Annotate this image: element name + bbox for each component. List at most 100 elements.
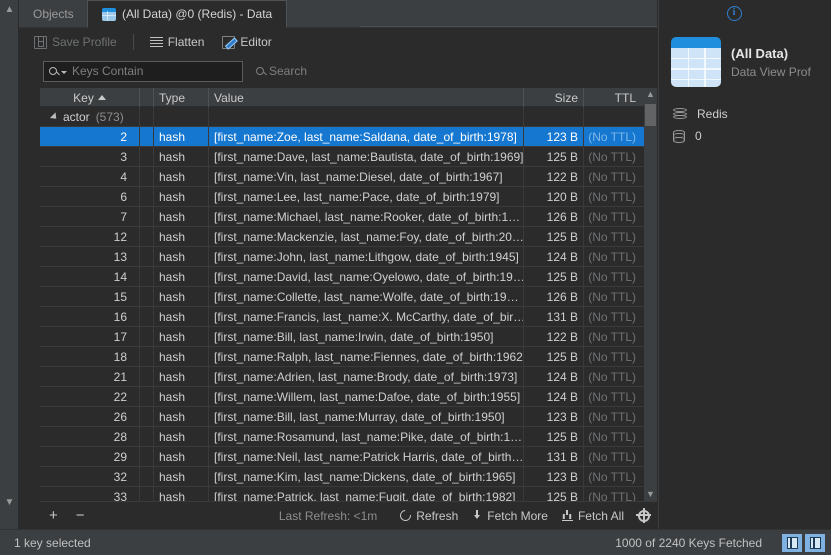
cell-ttl: (No TTL) [588, 489, 636, 502]
table-row[interactable]: 13 hash [first_name:John, last_name:Lithgo… [40, 247, 657, 267]
table-row[interactable]: 15 hash [first_name:Collette, last_name:Wo… [40, 287, 657, 307]
cell-ttl: (No TTL) [588, 269, 636, 284]
cell-value: [first_name:Kim, last_name:Dickens, date… [209, 467, 524, 486]
column-header-value[interactable]: Value [209, 88, 524, 107]
tab-objects[interactable]: Objects [19, 0, 88, 28]
cell-spacer [140, 167, 154, 186]
table-row[interactable]: 17 hash [first_name:Bill, last_name:Irwin,… [40, 327, 657, 347]
table-row[interactable]: 32 hash [first_name:Kim, last_name:Dickens… [40, 467, 657, 487]
cell-value: [first_name:Michael, last_name:Rooker, d… [209, 207, 524, 226]
fetch-all-button[interactable]: Fetch All [555, 506, 631, 526]
cell-key: 33 [40, 487, 140, 501]
cell-key: 16 [40, 307, 140, 326]
group-spacer-cell [140, 107, 154, 126]
table-group-row[interactable]: actor (573) [40, 107, 657, 127]
refresh-button[interactable]: Refresh [393, 506, 465, 526]
strip-collapse-up-icon[interactable]: ▲ [0, 2, 19, 18]
refresh-icon [398, 507, 414, 524]
cell-ttl: (No TTL) [588, 189, 636, 204]
column-header-ttl-label: TTL [614, 90, 636, 105]
cell-size: 123 B [524, 127, 584, 146]
save-profile-button[interactable]: Save Profile [27, 32, 124, 52]
search-button[interactable]: Search [255, 64, 307, 78]
collapse-triangle-icon[interactable] [49, 111, 60, 122]
flatten-button[interactable]: Flatten [143, 32, 212, 52]
table-row[interactable]: 4 hash [first_name:Vin, last_name:Diesel, … [40, 167, 657, 187]
data-panel: Save Profile Flatten Editor Keys Contain… [19, 28, 657, 529]
cell-ttl: (No TTL) [588, 169, 636, 184]
scrollbar-thumb[interactable] [645, 104, 656, 126]
database-icon [673, 129, 685, 143]
cell-spacer [140, 207, 154, 226]
column-header-value-label: Value [214, 90, 244, 105]
table-row[interactable]: 7 hash [first_name:Michael, last_name:Rook… [40, 207, 657, 227]
table-body: actor (573) 2 hash [first_name:Zoe, last_nam… [40, 107, 657, 501]
cell-value: [first_name:Francis, last_name:X. McCart… [209, 307, 524, 326]
table-row[interactable]: 16 hash [first_name:Francis, last_name:X. … [40, 307, 657, 327]
table-icon [102, 7, 116, 21]
cell-spacer [140, 427, 154, 446]
data-toolbar: Save Profile Flatten Editor [19, 28, 657, 56]
group-label-cell: actor (573) [40, 107, 140, 126]
table-row[interactable]: 28 hash [first_name:Rosamund, last_name:Pi… [40, 427, 657, 447]
cell-value: [first_name:David, last_name:Oyelowo, da… [209, 267, 524, 286]
chevron-down-icon[interactable] [61, 70, 67, 74]
cell-type: hash [154, 467, 209, 486]
table-row[interactable]: 18 hash [first_name:Ralph, last_name:Fienn… [40, 347, 657, 367]
editor-button[interactable]: Editor [215, 32, 278, 52]
scroll-down-icon[interactable]: ▼ [644, 488, 657, 501]
table-row[interactable]: 6 hash [first_name:Lee, last_name:Pace, da… [40, 187, 657, 207]
fetch-more-label: Fetch More [487, 508, 548, 523]
table-row[interactable]: 14 hash [first_name:David, last_name:Oyelo… [40, 267, 657, 287]
column-header-size[interactable]: Size [524, 88, 584, 107]
cell-value: [first_name:Mackenzie, last_name:Foy, da… [209, 227, 524, 246]
sidebar-title: (All Data) [731, 45, 789, 61]
cell-type: hash [154, 447, 209, 466]
table-row[interactable]: 21 hash [first_name:Adrien, last_name:Brod… [40, 367, 657, 387]
column-header-ttl[interactable]: TTL [584, 88, 641, 107]
table-row[interactable]: 22 hash [first_name:Willem, last_name:Dafo… [40, 387, 657, 407]
search-row: Keys Contain Search [19, 56, 657, 86]
cell-key: 7 [40, 207, 140, 226]
search-input[interactable]: Keys Contain [43, 60, 243, 82]
add-key-button[interactable]: + [40, 508, 67, 523]
cell-size: 126 B [524, 287, 584, 306]
pencil-icon [222, 35, 236, 49]
cell-size: 131 B [524, 307, 584, 326]
table-row[interactable]: 2 hash [first_name:Zoe, last_name:Saldana,… [40, 127, 657, 147]
tab-all-data[interactable]: (All Data) @0 (Redis) - Data [87, 0, 288, 28]
cell-ttl: (No TTL) [588, 149, 636, 164]
strip-collapse-down-icon[interactable]: ▼ [0, 495, 19, 511]
table-row[interactable]: 29 hash [first_name:Neil, last_name:Patric… [40, 447, 657, 467]
cell-value: [first_name:Patrick, last_name:Fugit, da… [209, 487, 524, 501]
toggle-left-panel-button[interactable] [782, 533, 802, 552]
sidebar-properties: Redis 0 [659, 103, 831, 147]
cell-key: 32 [40, 467, 140, 486]
table-row[interactable]: 12 hash [first_name:Mackenzie, last_name:F… [40, 227, 657, 247]
cell-size: 123 B [524, 407, 584, 426]
group-ttl-cell [584, 107, 641, 126]
cell-value: [first_name:Rosamund, last_name:Pike, da… [209, 427, 524, 446]
sidebar-property-driver: Redis [673, 103, 831, 125]
column-header-spacer [140, 88, 154, 107]
table-vertical-scrollbar[interactable]: ▲ ▼ [644, 88, 657, 501]
toggle-right-panel-button[interactable] [805, 533, 825, 552]
table-row[interactable]: 33 hash [first_name:Patrick, last_name:Fug… [40, 487, 657, 501]
column-header-key[interactable]: Key [40, 88, 140, 107]
table-settings-button[interactable] [631, 507, 657, 525]
table-row[interactable]: 3 hash [first_name:Dave, last_name:Bautist… [40, 147, 657, 167]
column-header-type[interactable]: Type [154, 88, 209, 107]
stack-icon [673, 108, 687, 120]
cell-size: 125 B [524, 487, 584, 501]
scroll-up-icon[interactable]: ▲ [644, 88, 657, 101]
group-name: actor [63, 109, 90, 124]
sidebar-info-bar: i [659, 0, 831, 27]
fetch-more-button[interactable]: Fetch More [465, 506, 555, 526]
tab-bar: Objects (All Data) @0 (Redis) - Data [19, 0, 657, 28]
cell-value: [first_name:Neil, last_name:Patrick Harr… [209, 447, 524, 466]
info-icon[interactable]: i [726, 6, 742, 21]
remove-key-button[interactable]: − [67, 508, 94, 523]
editor-label: Editor [240, 35, 272, 49]
table-row[interactable]: 26 hash [first_name:Bill, last_name:Murray… [40, 407, 657, 427]
redis-data-viewer-window: ▲ ▼ Objects (All Data) @0 (Redis) - Data… [0, 0, 831, 555]
